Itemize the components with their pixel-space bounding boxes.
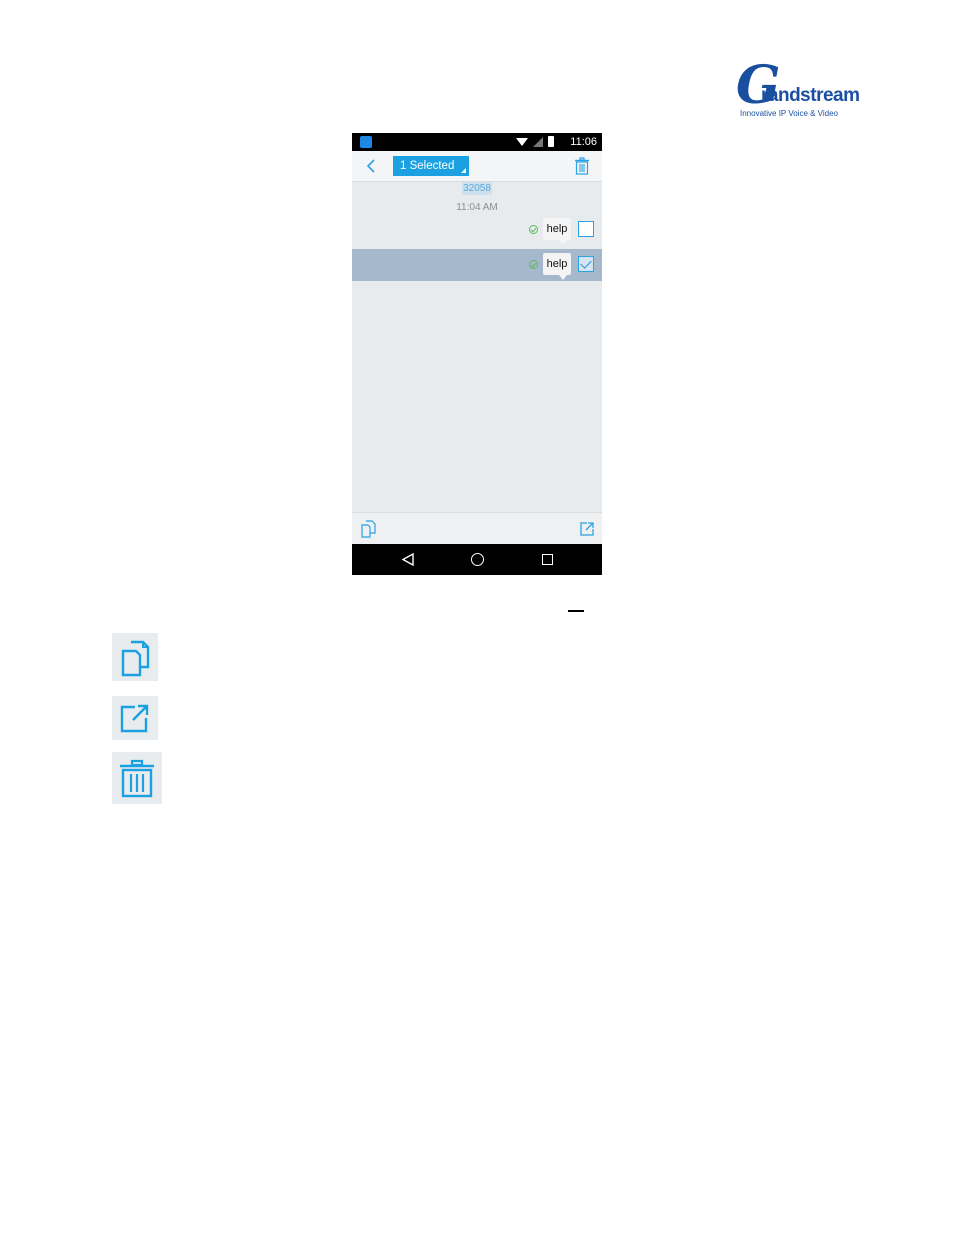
wifi-icon [516,137,528,146]
copy-icon[interactable] [361,520,377,538]
forward-icon[interactable] [580,522,594,536]
sent-status-icon [529,225,538,234]
selection-dropdown[interactable]: 1 Selected [393,156,469,176]
selection-label: 1 Selected [400,160,455,172]
message-checkbox[interactable] [578,221,594,237]
back-arrow-icon[interactable] [364,158,378,174]
message-checkbox-checked[interactable] [578,256,594,272]
trash-icon [112,752,162,804]
message-bubble: help [543,218,571,245]
action-bar: 1 Selected [352,151,602,182]
logo-wordmark: randstream [761,85,860,106]
nav-home-icon[interactable] [471,553,484,566]
message-row-selected[interactable]: help [352,249,602,281]
status-icons [516,136,554,147]
bottom-action-bar [352,512,602,545]
logo-tagline: Innovative IP Voice & Video [740,109,838,118]
status-bar: 11:06 [352,133,602,151]
message-bubble: help [543,253,571,280]
dropdown-corner-icon [461,168,466,173]
app-notification-icon [360,136,372,148]
dash-mark [568,610,584,612]
message-row[interactable]: help [352,214,602,246]
phone-screenshot: 11:06 1 Selected 32058 11:04 AM help hel… [352,133,602,575]
grandstream-logo: G randstream Innovative IP Voice & Video [736,60,860,122]
trash-icon[interactable] [574,157,590,175]
sent-status-icon [529,260,538,269]
status-clock: 11:06 [570,136,597,148]
nav-back-icon[interactable] [402,553,414,566]
navigation-bar [352,544,602,575]
signal-icon [533,136,543,147]
message-timestamp: 11:04 AM [456,202,498,213]
nav-recents-icon[interactable] [542,554,553,565]
contact-number[interactable]: 32058 [462,182,492,195]
copy-icon [112,633,158,681]
forward-icon [112,696,158,740]
battery-icon [548,136,554,147]
